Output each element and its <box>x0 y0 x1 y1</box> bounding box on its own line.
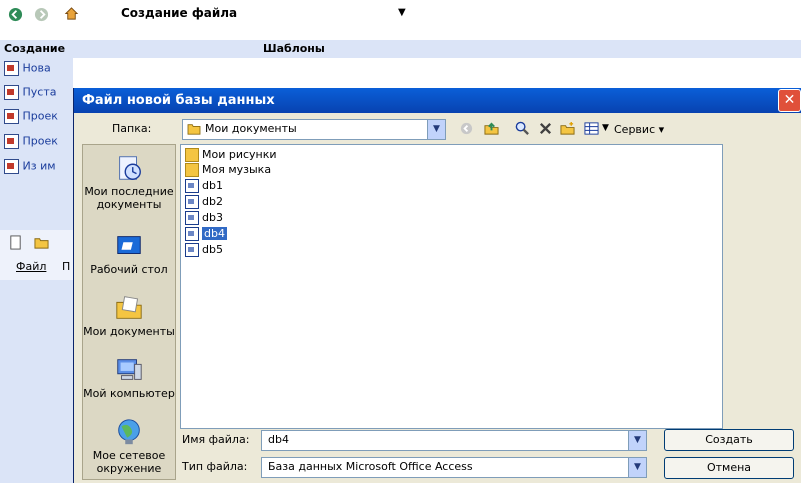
up-folder-icon[interactable] <box>484 121 499 136</box>
filetype-value: База данных Microsoft Office Access <box>268 460 473 473</box>
close-button[interactable]: ✕ <box>778 89 801 112</box>
place-desktop-label: Рабочий стол <box>90 263 168 276</box>
pane-item[interactable]: Проек <box>4 134 58 149</box>
list-item[interactable]: db2 <box>185 195 223 209</box>
database-file-icon <box>185 179 199 193</box>
pane-item[interactable]: Нова <box>4 61 51 76</box>
place-my-computer[interactable]: Мой компьютер <box>83 355 175 400</box>
database-file-icon <box>185 227 199 241</box>
place-recent[interactable]: Мои последние документы <box>83 153 175 211</box>
back-icon[interactable] <box>8 7 23 22</box>
document-icon <box>4 109 19 124</box>
views-icon[interactable] <box>584 121 599 136</box>
folder-select[interactable]: Мои документы ▼ <box>182 119 446 140</box>
folder-icon <box>187 124 201 135</box>
new-database-dialog: Файл новой базы данных ✕ Папка: Мои доку… <box>73 88 801 483</box>
chevron-down-icon[interactable]: ▼ <box>427 120 445 139</box>
filename-label: Имя файла: <box>182 433 250 446</box>
list-item[interactable]: Мои рисунки <box>185 148 277 162</box>
taskpane: Нова Пуста Проек Проек Из им Файл П <box>0 58 73 483</box>
database-file-icon <box>185 195 199 209</box>
document-icon <box>4 61 19 76</box>
database-file-icon <box>185 243 199 257</box>
place-network[interactable]: Мое сетевое окружение <box>83 417 175 475</box>
filetype-label: Тип файла: <box>182 460 248 473</box>
place-my-documents-label: Мои документы <box>83 325 175 338</box>
taskpane-header: Создание Шаблоны <box>0 40 801 58</box>
menu-next[interactable]: П <box>62 260 70 273</box>
menu-file[interactable]: Файл <box>16 260 46 273</box>
file-list: Мои рисунки Моя музыка db1 db2 db3 db4 d… <box>180 144 723 429</box>
forward-icon[interactable] <box>34 7 49 22</box>
document-icon <box>4 134 19 149</box>
new-file-icon[interactable] <box>8 235 23 250</box>
menu-bar: Файл П <box>0 254 73 280</box>
cancel-button[interactable]: Отмена <box>664 457 794 479</box>
recent-documents-icon <box>119 156 141 180</box>
folder-label: Папка: <box>112 122 152 135</box>
open-folder-icon[interactable] <box>34 235 49 250</box>
list-item[interactable]: db3 <box>185 211 223 225</box>
network-places-icon <box>118 419 140 445</box>
chevron-down-icon[interactable]: ▼ <box>628 431 646 450</box>
pane-item[interactable]: Пуста <box>4 85 56 100</box>
filename-value: db4 <box>268 433 289 446</box>
taskpane-heading-create: Создание <box>4 42 66 55</box>
filetype-select[interactable]: База данных Microsoft Office Access ▼ <box>261 457 647 478</box>
standard-toolbar <box>0 230 73 254</box>
taskpane-heading-templates: Шаблоны <box>263 42 325 55</box>
create-button[interactable]: Создать <box>664 429 794 451</box>
place-my-computer-label: Мой компьютер <box>83 387 175 400</box>
back-icon[interactable] <box>459 121 474 136</box>
list-item[interactable]: Моя музыка <box>185 163 271 177</box>
list-item[interactable]: db1 <box>185 179 223 193</box>
filename-input[interactable]: db4 ▼ <box>261 430 647 451</box>
pane-item[interactable]: Из им <box>4 159 56 174</box>
dialog-title: Файл новой базы данных <box>82 93 275 108</box>
place-desktop[interactable]: Рабочий стол <box>83 231 175 276</box>
document-icon <box>4 85 19 100</box>
folder-value: Мои документы <box>205 122 297 135</box>
views-dropdown-icon[interactable]: ▼ <box>602 123 609 133</box>
folder-icon <box>185 148 199 162</box>
place-recent-label: Мои последние документы <box>84 185 174 211</box>
tools-menu[interactable]: Сервис ▾ <box>614 123 664 136</box>
home-icon[interactable] <box>64 6 79 21</box>
new-folder-icon[interactable] <box>560 121 575 136</box>
document-icon <box>4 159 19 174</box>
place-network-label: Мое сетевое окружение <box>92 449 166 475</box>
desktop-icon <box>117 236 141 254</box>
taskpane-title: Создание файла <box>121 6 238 20</box>
pane-item[interactable]: Проек <box>4 109 58 124</box>
taskpane-dropdown-icon[interactable]: ▼ <box>398 7 406 18</box>
dialog-titlebar: Файл новой базы данных ✕ <box>74 88 801 113</box>
my-documents-icon <box>116 296 142 319</box>
delete-icon[interactable] <box>538 121 553 136</box>
list-item[interactable]: db5 <box>185 243 223 257</box>
database-file-icon <box>185 211 199 225</box>
list-item-selected[interactable]: db4 <box>185 227 227 241</box>
my-computer-icon <box>117 359 142 380</box>
places-bar: Мои последние документы Рабочий стол Мои… <box>82 144 176 480</box>
folder-icon <box>185 163 199 177</box>
search-web-icon[interactable] <box>515 121 530 136</box>
chevron-down-icon[interactable]: ▼ <box>628 458 646 477</box>
place-my-documents[interactable]: Мои документы <box>83 293 175 338</box>
background-toolbar: Создание файла ▼ <box>0 0 801 40</box>
